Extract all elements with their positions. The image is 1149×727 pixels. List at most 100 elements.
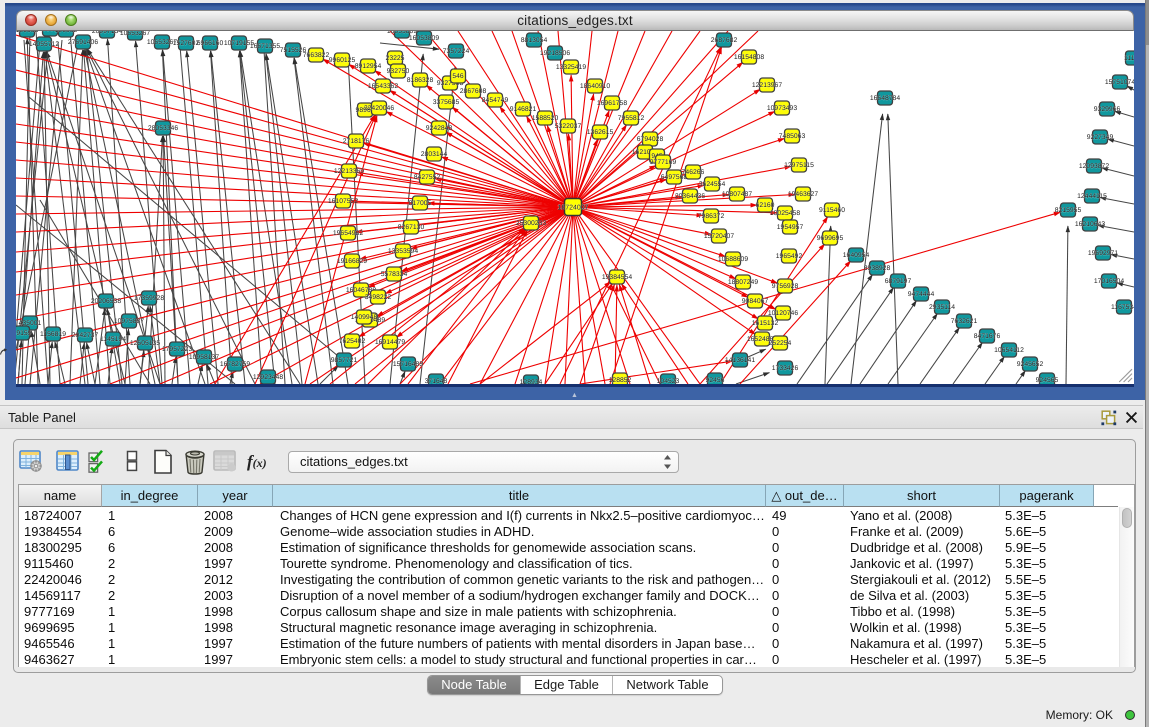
svg-text:8813054: 8813054 xyxy=(521,37,548,44)
svg-text:3624554: 3624554 xyxy=(699,181,726,188)
svg-text:2935114: 2935114 xyxy=(929,304,955,311)
svg-text:106532: 106532 xyxy=(55,31,78,34)
svg-text:16671355: 16671355 xyxy=(250,43,280,50)
svg-text:13353594: 13353594 xyxy=(388,248,418,255)
svg-text:10958137: 10958137 xyxy=(189,354,219,361)
svg-text:3375685: 3375685 xyxy=(433,99,460,106)
svg-text:20364436: 20364436 xyxy=(675,193,705,200)
svg-text:19692971: 19692971 xyxy=(1088,250,1118,257)
svg-text:18807249: 18807249 xyxy=(728,279,758,286)
svg-text:13325419: 13325419 xyxy=(556,64,586,71)
svg-text:10975887: 10975887 xyxy=(114,318,144,325)
svg-text:16648784: 16648784 xyxy=(870,95,900,102)
svg-text:7625402: 7625402 xyxy=(339,338,366,345)
svg-text:9084067: 9084067 xyxy=(742,298,769,305)
svg-text:8938928: 8938928 xyxy=(864,265,891,272)
svg-text:1362615: 1362615 xyxy=(587,129,614,136)
svg-text:8267130: 8267130 xyxy=(398,224,425,231)
svg-text:10688609: 10688609 xyxy=(718,256,748,263)
svg-text:5578334: 5578334 xyxy=(381,271,408,278)
svg-text:10807487: 10807487 xyxy=(722,191,752,198)
svg-text:62160: 62160 xyxy=(756,202,775,209)
svg-text:10654112: 10654112 xyxy=(994,347,1024,354)
svg-text:12505135: 12505135 xyxy=(130,340,160,347)
svg-text:9245652: 9245652 xyxy=(1017,361,1044,368)
svg-text:9960125: 9960125 xyxy=(329,57,356,64)
svg-text:9242848: 9242848 xyxy=(426,125,453,132)
svg-text:10973493: 10973493 xyxy=(767,105,797,112)
svg-text:5322037: 5322037 xyxy=(555,123,582,130)
svg-text:11171: 11171 xyxy=(1124,55,1134,62)
svg-text:932750: 932750 xyxy=(387,68,410,75)
svg-text:9146821: 9146821 xyxy=(510,106,537,113)
svg-text:1615132: 1615132 xyxy=(752,320,779,327)
svg-text:9699695: 9699695 xyxy=(817,235,844,242)
svg-text:16053809: 16053809 xyxy=(409,35,439,42)
svg-text:10120746: 10120746 xyxy=(768,310,798,317)
svg-text:17957223: 17957223 xyxy=(162,346,192,353)
svg-text:16961758: 16961758 xyxy=(597,100,627,107)
svg-text:23225: 23225 xyxy=(386,55,405,62)
svg-text:12975115: 12975115 xyxy=(784,162,814,169)
svg-text:7663822: 7663822 xyxy=(303,52,330,59)
svg-text:8427552: 8427552 xyxy=(414,174,441,181)
svg-text:1527602: 1527602 xyxy=(173,40,200,47)
svg-text:19166829: 19166829 xyxy=(337,258,367,265)
svg-text:2687682: 2687682 xyxy=(711,37,738,44)
svg-text:160538: 160538 xyxy=(16,31,39,34)
svg-text:8186328: 8186328 xyxy=(407,77,434,84)
svg-text:9857721: 9857721 xyxy=(331,357,358,364)
svg-text:817005: 817005 xyxy=(409,200,432,207)
svg-text:18724007: 18724007 xyxy=(557,204,588,211)
svg-text:12923448: 12923448 xyxy=(253,374,283,381)
svg-text:8912954: 8912954 xyxy=(355,63,382,70)
svg-text:27691406: 27691406 xyxy=(68,39,98,46)
svg-text:6794028: 6794028 xyxy=(637,136,664,143)
svg-text:16914479: 16914479 xyxy=(375,339,405,346)
svg-text:6966160: 6966160 xyxy=(197,40,224,47)
svg-text:19384554: 19384554 xyxy=(602,274,632,281)
svg-text:12444115: 12444115 xyxy=(1077,193,1107,200)
svg-text:2867608: 2867608 xyxy=(460,88,487,95)
svg-text:12093872: 12093872 xyxy=(1079,163,1109,170)
svg-text:10653267: 10653267 xyxy=(120,31,150,37)
svg-text:9329966: 9329966 xyxy=(1094,106,1121,113)
svg-text:2803144: 2803144 xyxy=(421,151,448,158)
svg-text:9756928: 9756928 xyxy=(772,283,799,290)
svg-text:9474444: 9474444 xyxy=(908,291,935,298)
svg-text:7632621: 7632621 xyxy=(951,318,978,325)
svg-text:2718176: 2718176 xyxy=(343,138,370,145)
svg-text:1954957: 1954957 xyxy=(777,224,804,231)
svg-text:92456: 92456 xyxy=(706,377,725,384)
svg-text:19463627: 19463627 xyxy=(788,191,818,198)
svg-text:3498222: 3498222 xyxy=(365,294,392,301)
svg-text:7357224: 7357224 xyxy=(443,48,470,55)
svg-text:8215955: 8215955 xyxy=(1055,207,1082,214)
svg-text:1145194: 1145194 xyxy=(100,336,126,343)
svg-text:18640910: 18640910 xyxy=(580,83,610,90)
svg-text:25300233: 25300233 xyxy=(516,220,546,227)
svg-text:16107552: 16107552 xyxy=(328,198,358,205)
svg-text:1965492: 1965492 xyxy=(776,253,803,260)
svg-text:16154808: 16154808 xyxy=(734,54,764,61)
svg-text:20206538: 20206538 xyxy=(91,298,121,305)
svg-text:28053346: 28053346 xyxy=(148,125,178,132)
svg-text:12213967: 12213967 xyxy=(752,82,782,89)
svg-text:1640954: 1640954 xyxy=(843,252,870,259)
svg-text:15720407: 15720407 xyxy=(704,233,734,240)
svg-text:9115460: 9115460 xyxy=(819,207,845,214)
svg-text:128852: 128852 xyxy=(609,377,632,384)
svg-text:12213369: 12213369 xyxy=(334,168,364,175)
svg-text:7986372: 7986372 xyxy=(698,213,725,220)
svg-text:22420046: 22420046 xyxy=(364,105,394,112)
svg-text:1156819: 1156819 xyxy=(40,331,66,338)
svg-text:19654982: 19654982 xyxy=(333,230,363,237)
svg-text:8471676: 8471676 xyxy=(974,333,1001,340)
svg-text:6879197: 6879197 xyxy=(885,278,912,285)
svg-text:1733426: 1733426 xyxy=(772,365,799,372)
svg-text:17359928: 17359928 xyxy=(134,295,164,302)
svg-text:20997134: 20997134 xyxy=(92,31,122,35)
svg-text:924565: 924565 xyxy=(1036,377,1059,384)
svg-text:9777169: 9777169 xyxy=(650,159,677,166)
svg-text:7955812: 7955812 xyxy=(618,115,645,122)
